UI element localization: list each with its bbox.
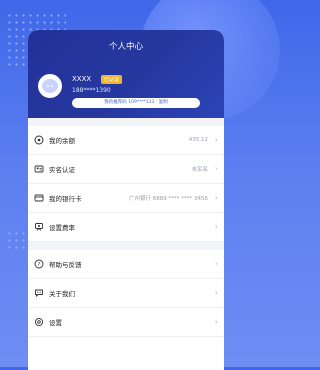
avatar-eye-left bbox=[47, 85, 49, 87]
chevron-right-icon: › bbox=[214, 164, 218, 173]
menu-item-label: 设置 bbox=[49, 319, 62, 327]
menu-item-label: 设置费率 bbox=[49, 224, 75, 232]
menu-item-realname[interactable]: 实名认证 未实名 › bbox=[28, 155, 224, 184]
menu-item-settings[interactable]: 设置 › bbox=[28, 308, 224, 337]
svg-text:?: ? bbox=[38, 262, 41, 268]
user-phone: 188****1390 bbox=[72, 87, 111, 94]
menu-item-label: 实名认证 bbox=[49, 166, 75, 174]
menu-item-value: 435.12 bbox=[188, 137, 208, 143]
avatar-eye-right bbox=[51, 85, 53, 87]
profile-header: 个人中心 XXXX 已认证 188****1390 我的推荐码 109****1… bbox=[28, 30, 224, 118]
menu-item-label: 关于我们 bbox=[49, 290, 75, 298]
section-gap bbox=[28, 242, 224, 250]
chevron-right-icon: › bbox=[214, 288, 218, 297]
rate-icon bbox=[35, 223, 43, 231]
profile-card: 个人中心 XXXX 已认证 188****1390 我的推荐码 109****1… bbox=[28, 30, 224, 370]
invite-code-pill[interactable]: 我的推荐码 109****133 · 复制 bbox=[72, 98, 200, 108]
menu-item-about[interactable]: 关于我们 › bbox=[28, 279, 224, 308]
id-card-icon bbox=[34, 165, 44, 173]
menu-item-balance[interactable]: 我的余额 435.12 › bbox=[28, 126, 224, 155]
chevron-right-icon: › bbox=[214, 259, 218, 268]
user-name: XXXX bbox=[72, 75, 92, 83]
menu-item-help[interactable]: ? 帮助与反馈 › bbox=[28, 250, 224, 279]
help-icon: ? bbox=[34, 259, 44, 269]
avatar[interactable] bbox=[38, 74, 62, 98]
menu-item-label: 我的余额 bbox=[49, 137, 75, 145]
page-title: 个人中心 bbox=[108, 42, 143, 52]
bank-card-icon bbox=[34, 194, 44, 202]
section-gap bbox=[28, 118, 224, 126]
chevron-right-icon: › bbox=[214, 135, 218, 144]
wallet-icon bbox=[34, 135, 44, 145]
verified-badge: 已认证 bbox=[101, 75, 123, 84]
menu-item-label: 帮助与反馈 bbox=[49, 261, 82, 269]
chat-bubble-icon bbox=[35, 289, 43, 298]
avatar-face-icon bbox=[42, 79, 58, 93]
chevron-right-icon: › bbox=[214, 222, 218, 231]
background-dots-lower bbox=[6, 230, 28, 252]
menu-list: 我的余额 435.12 › 实名认证 未实名 › 我的银行卡 广州银行 6889… bbox=[28, 118, 224, 337]
chevron-right-icon: › bbox=[214, 317, 218, 326]
settings-icon bbox=[34, 317, 44, 327]
menu-item-value: 广州银行 6889 **** **** 3456 bbox=[129, 196, 208, 202]
menu-item-bank-card[interactable]: 我的银行卡 广州银行 6889 **** **** 3456 › bbox=[28, 184, 224, 213]
menu-item-value: 未实名 bbox=[191, 167, 208, 173]
menu-item-label: 我的银行卡 bbox=[49, 195, 82, 203]
menu-item-rate[interactable]: 设置费率 › bbox=[28, 213, 224, 242]
chevron-right-icon: › bbox=[214, 193, 218, 202]
